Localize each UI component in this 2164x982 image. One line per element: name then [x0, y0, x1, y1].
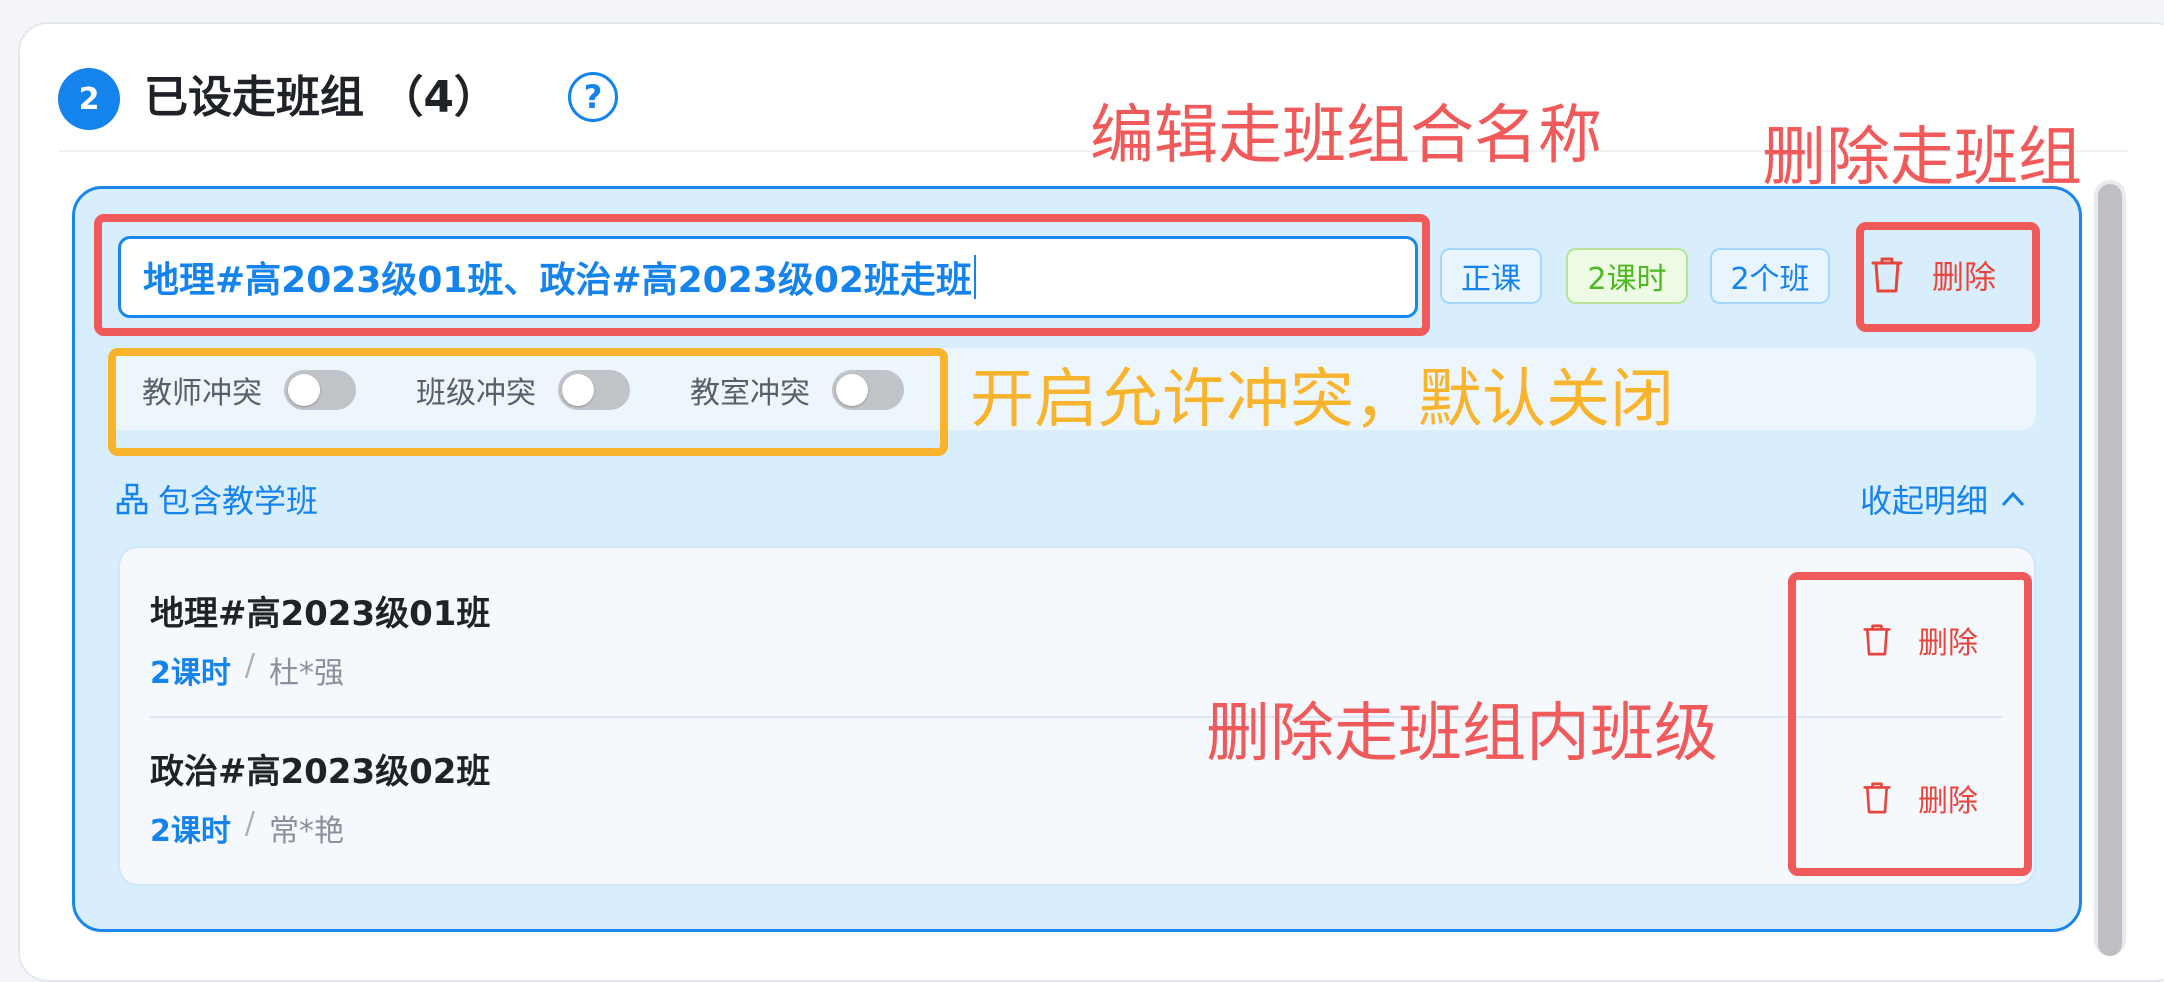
annotation-box-delete-class — [1788, 572, 2032, 876]
annotation-box-delete-group — [1856, 222, 2040, 332]
class-row-1-meta: 2课时 / 杜*强 — [150, 648, 344, 692]
scrollbar[interactable] — [2094, 180, 2126, 956]
meta-separator: / — [244, 648, 255, 683]
annotation-edit-name: 编辑走班组合名称 — [1090, 99, 1602, 173]
step-badge: 2 — [58, 68, 120, 130]
collapse-details-label: 收起明细 — [1860, 482, 1989, 520]
class-row-1-hours: 2课时 — [150, 656, 231, 691]
collapse-details-link[interactable]: 收起明细 — [1860, 476, 2028, 522]
course-type-tag: 正课 — [1440, 248, 1542, 304]
chevron-up-icon — [2001, 491, 2025, 507]
class-row-1-name: 地理#高2023级01班 — [150, 594, 491, 634]
class-count-tag: 2个班 — [1710, 248, 1830, 304]
included-classes-header: 包含教学班 — [116, 476, 318, 522]
annotation-conflict-note: 开启允许冲突，默认关闭 — [970, 363, 1674, 437]
annotation-delete-group: 删除走班组 — [1762, 121, 2082, 195]
row-divider — [150, 716, 2002, 718]
annotation-delete-class: 删除走班组内班级 — [1206, 697, 1718, 771]
class-row-1-teacher: 杜*强 — [268, 656, 344, 691]
class-row-2-hours: 2课时 — [150, 814, 231, 849]
section-title: 已设走班组 （4） — [144, 72, 498, 123]
org-tree-icon — [116, 483, 148, 515]
hours-tag: 2课时 — [1566, 248, 1688, 304]
class-row-2-meta: 2课时 / 常*艳 — [150, 806, 344, 850]
scrollbar-thumb[interactable] — [2098, 184, 2122, 956]
meta-separator: / — [244, 806, 255, 841]
question-circle-icon[interactable]: ? — [568, 72, 618, 122]
annotation-box-name-input — [94, 214, 1430, 336]
included-classes-title: 包含教学班 — [158, 482, 319, 520]
class-row-2-name: 政治#高2023级02班 — [150, 752, 491, 792]
annotation-box-conflicts — [108, 348, 948, 456]
class-row-2-teacher: 常*艳 — [268, 814, 344, 849]
